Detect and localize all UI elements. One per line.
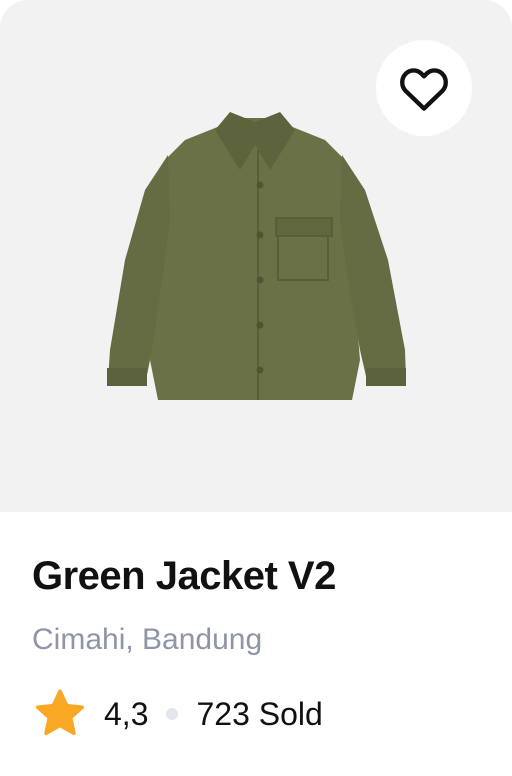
star-icon — [35, 689, 85, 736]
favorite-button[interactable] — [376, 40, 472, 136]
product-image — [107, 112, 406, 400]
product-info: Green Jacket V2 Cimahi, Bandung 4,3 723 … — [0, 552, 512, 742]
separator-dot — [166, 708, 179, 720]
product-meta: 4,3 723 Sold — [32, 686, 480, 742]
sold-count: 723 Sold — [196, 695, 323, 732]
rating-value: 4,3 — [104, 695, 149, 732]
product-image-area[interactable] — [0, 0, 512, 512]
product-location: Cimahi, Bandung — [32, 623, 263, 656]
product-card[interactable]: Green Jacket V2 Cimahi, Bandung 4,3 723 … — [0, 0, 512, 776]
product-title[interactable]: Green Jacket V2 — [32, 552, 480, 600]
heart-outline-icon — [400, 68, 448, 111]
